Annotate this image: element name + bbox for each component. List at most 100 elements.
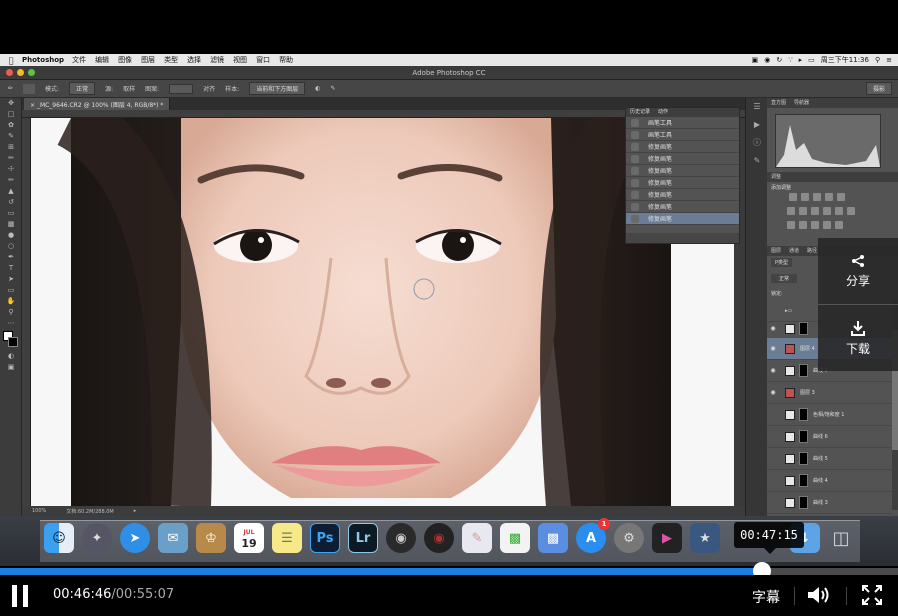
menu-view[interactable]: 视图 (233, 55, 247, 65)
ignore-adjustment-icon[interactable]: ◐ (315, 85, 320, 92)
info-panel-icon[interactable]: ⓘ (746, 134, 768, 152)
document-tab[interactable]: × _MC_9646.CR2 @ 100% (图层 4, RGB/8*) * (24, 98, 171, 110)
history-item[interactable]: 画笔工具 (626, 117, 739, 129)
pen-tool-icon[interactable]: ✒ (0, 252, 22, 263)
history-item[interactable]: 画笔工具 (626, 129, 739, 141)
levels-icon[interactable] (801, 193, 809, 201)
clone-stamp-tool-icon[interactable]: ▲ (0, 186, 22, 197)
workspace-select[interactable]: 摄影 (865, 82, 892, 95)
tab-channels[interactable]: 通道 (789, 246, 799, 256)
volume-menu-icon[interactable]: ▸ (799, 56, 803, 64)
invert-icon[interactable] (787, 221, 795, 229)
layer-row[interactable]: 曲线 3 (767, 492, 892, 514)
lookup-icon[interactable] (847, 207, 855, 215)
brush-preset-picker[interactable] (23, 83, 36, 94)
history-item[interactable]: 修复画笔 (626, 153, 739, 165)
zoom-window-icon[interactable] (28, 69, 35, 76)
pages-icon[interactable]: ✎ (462, 523, 492, 553)
eraser-tool-icon[interactable]: ▭ (0, 208, 22, 219)
history-item[interactable]: 修复画笔 (626, 189, 739, 201)
tab-adjustments[interactable]: 调整 (771, 172, 781, 182)
quick-select-tool-icon[interactable]: ✎ (0, 131, 22, 142)
hand-tool-icon[interactable]: ✋ (0, 296, 22, 307)
layer-row[interactable]: 曲线 4 (767, 470, 892, 492)
lightroom-icon[interactable]: Lr (348, 523, 378, 553)
tab-close-icon[interactable]: × (30, 102, 37, 109)
align-checkbox[interactable]: 对齐 (203, 84, 215, 93)
imovie-icon[interactable]: ★ (690, 523, 720, 553)
menu-window[interactable]: 窗口 (256, 55, 270, 65)
move-tool-icon[interactable]: ✥ (0, 98, 22, 109)
camera-icon[interactable]: ◉ (424, 523, 454, 553)
crop-tool-icon[interactable]: ⊞ (0, 142, 22, 153)
layer-row[interactable]: ◉ 图层 3 (767, 382, 892, 404)
hue-sat-icon[interactable] (787, 207, 795, 215)
menu-file[interactable]: 文件 (72, 55, 86, 65)
search-icon[interactable]: ⚲ (875, 56, 880, 64)
menu-edit[interactable]: 编辑 (95, 55, 109, 65)
menu-type[interactable]: 类型 (164, 55, 178, 65)
history-item-active[interactable]: 修复画笔 (626, 213, 739, 225)
history-item[interactable]: 修复画笔 (626, 177, 739, 189)
appstore-icon[interactable]: A1 (576, 518, 610, 553)
quick-mask-icon[interactable]: ◐ (0, 351, 22, 362)
lasso-tool-icon[interactable]: ✿ (0, 120, 22, 131)
photoshop-icon[interactable]: Ps (310, 523, 340, 553)
pattern-picker[interactable] (169, 83, 194, 94)
notes-icon[interactable]: ☰ (272, 523, 302, 553)
mode-select[interactable]: 正常 (69, 82, 96, 95)
brush-panel-icon[interactable]: ✎ (746, 152, 768, 170)
sample-select[interactable]: 当前和下方图层 (249, 82, 306, 95)
download-button[interactable]: 下载 (818, 305, 898, 371)
status-app-icon[interactable]: ◉ (764, 56, 770, 64)
color-balance-icon[interactable] (799, 207, 807, 215)
numbers-icon[interactable]: ▩ (500, 523, 530, 553)
eyedropper-tool-icon[interactable]: ✏ (0, 153, 22, 164)
source-sample-radio[interactable]: 取样 (123, 84, 135, 93)
sync-icon[interactable]: ↻ (776, 56, 782, 64)
history-item[interactable]: 修复画笔 (626, 165, 739, 177)
safari-icon[interactable]: ➤ (120, 523, 150, 553)
posterize-icon[interactable] (799, 221, 807, 229)
close-window-icon[interactable] (6, 69, 13, 76)
screen-mode-icon[interactable]: ▣ (0, 362, 22, 373)
layer-row[interactable]: 色相/饱和度 1 (767, 404, 892, 426)
color-swatches-icon[interactable] (0, 329, 22, 351)
gradient-tool-icon[interactable]: ▩ (0, 219, 22, 230)
zoom-tool-icon[interactable]: ⚲ (0, 307, 22, 318)
curves-icon[interactable] (813, 193, 821, 201)
subtitles-button[interactable]: 字幕 (752, 587, 780, 607)
battery-icon[interactable]: ▭ (808, 56, 815, 64)
visibility-eye-icon[interactable]: ◉ (767, 367, 779, 374)
gradient-map-icon[interactable] (823, 221, 831, 229)
dodge-tool-icon[interactable]: ○ (0, 241, 22, 252)
pause-button[interactable] (10, 585, 30, 607)
marquee-tool-icon[interactable]: □ (0, 109, 22, 120)
vibrance-icon[interactable] (837, 193, 845, 201)
tab-layers[interactable]: 图层 (771, 246, 781, 256)
menu-select[interactable]: 选择 (187, 55, 201, 65)
launchpad-icon[interactable]: ✦ (82, 523, 112, 553)
more-tools-icon[interactable]: ⋯ (0, 318, 22, 329)
visibility-eye-icon[interactable]: ◉ (767, 325, 779, 332)
blend-mode-select[interactable]: 正常 (771, 274, 798, 283)
visibility-eye-icon[interactable]: ◉ (767, 389, 779, 396)
history-panel-icon[interactable]: ☰ (746, 98, 768, 116)
photo-filter-icon[interactable] (823, 207, 831, 215)
history-item[interactable]: 修复画笔 (626, 201, 739, 213)
menu-image[interactable]: 图像 (118, 55, 132, 65)
menu-layer[interactable]: 图层 (141, 55, 155, 65)
layer-row[interactable]: 曲线 6 (767, 426, 892, 448)
keynote-icon[interactable]: ▩ (538, 523, 568, 553)
apple-icon[interactable]:  (0, 56, 22, 65)
menu-help[interactable]: 帮助 (279, 55, 293, 65)
fullscreen-button[interactable] (862, 585, 882, 605)
tab-paths[interactable]: 路径 (807, 246, 817, 256)
exposure-icon[interactable] (825, 193, 833, 201)
selective-color-icon[interactable] (835, 221, 843, 229)
brush-tool-icon[interactable]: ✏ (0, 175, 22, 186)
minimize-window-icon[interactable] (17, 69, 24, 76)
healing-brush-tool-icon[interactable]: ☩ (0, 164, 22, 175)
shape-tool-icon[interactable]: ▭ (0, 285, 22, 296)
volume-button[interactable] (806, 584, 832, 606)
